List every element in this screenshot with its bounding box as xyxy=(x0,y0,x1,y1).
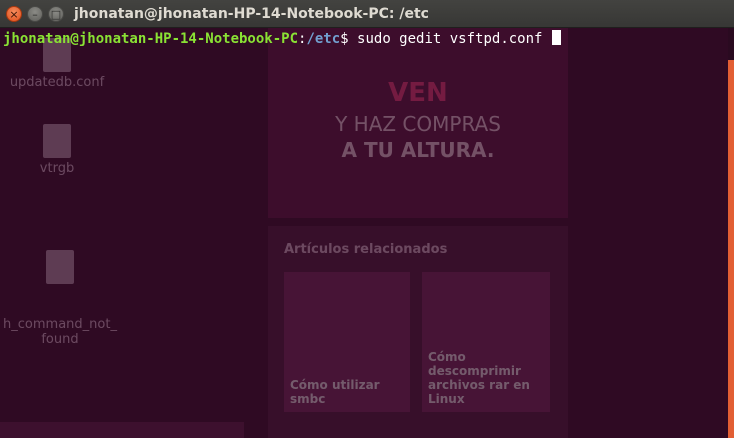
prompt-symbol: $ xyxy=(340,31,349,47)
typed-command: sudo gedit vsftpd.conf xyxy=(348,31,551,47)
terminal-prompt-line[interactable]: jhonatan@jhonatan-HP-14-Notebook-PC:/etc… xyxy=(3,30,561,48)
window-titlebar: × – □ jhonatan@jhonatan-HP-14-Notebook-P… xyxy=(0,0,734,28)
prompt-user-host: jhonatan@jhonatan-HP-14-Notebook-PC xyxy=(3,31,299,47)
minimize-icon: – xyxy=(32,7,38,21)
close-icon: × xyxy=(9,7,19,21)
close-button[interactable]: × xyxy=(6,6,22,22)
prompt-path: /etc xyxy=(306,31,341,47)
window-title: jhonatan@jhonatan-HP-14-Notebook-PC: /et… xyxy=(74,6,429,22)
terminal-body[interactable] xyxy=(0,28,728,438)
maximize-button[interactable]: □ xyxy=(48,6,64,22)
minimize-button[interactable]: – xyxy=(27,6,43,22)
maximize-icon: □ xyxy=(50,7,62,21)
scrollbar-thumb[interactable] xyxy=(728,60,734,438)
text-cursor xyxy=(551,30,561,45)
